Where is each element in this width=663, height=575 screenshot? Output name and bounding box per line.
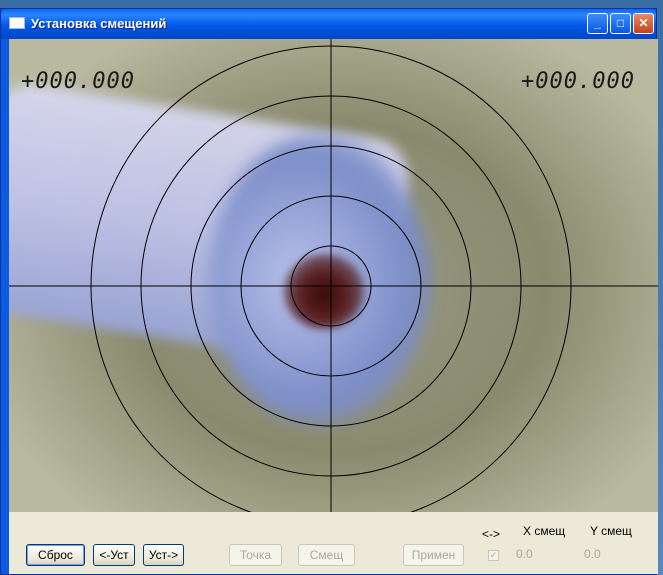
left-set-button[interactable]: <-Уст (93, 544, 135, 566)
y-offset-value: 0.0 (584, 547, 601, 561)
camera-view[interactable]: +000.000 +000.000 (9, 39, 658, 512)
right-set-button[interactable]: Уст-> (143, 544, 184, 566)
crosshair-reticle (9, 39, 658, 512)
window-icon (9, 17, 25, 29)
close-button[interactable]: ✕ (633, 13, 654, 34)
swap-header: <-> (482, 527, 501, 541)
offset-button[interactable]: Смещ (298, 544, 355, 566)
window-title: Установка смещений (31, 16, 167, 31)
offset-setup-window: Установка смещений _ □ ✕ +000.000 +000.0… (0, 8, 658, 575)
client-area: +000.000 +000.000 Сброс <-Уст Уст-> Точк… (9, 39, 658, 574)
point-button[interactable]: Точка (229, 544, 282, 566)
reset-button[interactable]: Сброс (26, 544, 85, 566)
title-bar[interactable]: Установка смещений _ □ ✕ (1, 9, 656, 39)
minimize-button[interactable]: _ (587, 13, 608, 34)
x-offset-value: 0.0 (516, 547, 533, 561)
control-bar: Сброс <-Уст Уст-> Точка Смещ Примен <-> … (9, 512, 658, 574)
apply-button[interactable]: Примен (403, 544, 464, 566)
swap-checkbox[interactable]: ✓ (488, 550, 499, 561)
maximize-button[interactable]: □ (610, 13, 631, 34)
left-coordinate-readout: +000.000 (21, 69, 135, 94)
right-coordinate-readout: +000.000 (521, 69, 635, 94)
x-offset-header: X смещ (523, 524, 566, 538)
y-offset-header: Y смещ (590, 524, 632, 538)
